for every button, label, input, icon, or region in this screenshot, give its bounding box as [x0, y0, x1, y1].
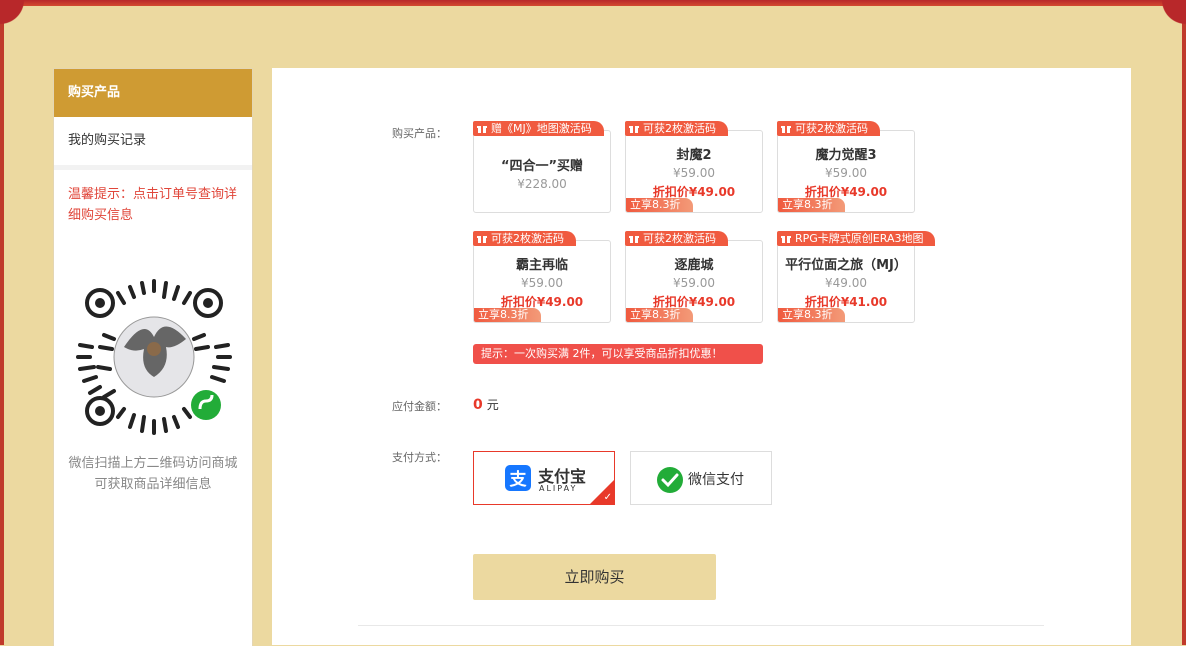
product-card[interactable]: 赠《MJ》地图激活码 “四合一”买赠 ¥228.00: [473, 121, 611, 213]
product-card[interactable]: 可获2枚激活码 霸主再临 ¥59.00 折扣价¥49.00 立享8.3折: [473, 231, 611, 323]
discount-badge: 立享8.3折: [474, 308, 541, 322]
amount-value: 0: [473, 397, 483, 413]
sidebar-tip: 温馨提示：点击订单号查询详细购买信息: [68, 187, 238, 223]
product-price: ¥49.00: [825, 276, 867, 290]
products-label: 购买产品：: [392, 127, 447, 140]
check-icon: ✓: [603, 492, 612, 503]
product-tag: 可获2枚激活码: [777, 121, 880, 136]
product-tag: 可获2枚激活码: [625, 121, 728, 136]
product-price: ¥228.00: [517, 177, 567, 191]
product-price: ¥59.00: [673, 276, 715, 290]
product-card[interactable]: 可获2枚激活码 逐鹿城 ¥59.00 折扣价¥49.00 立享8.3折: [625, 231, 763, 323]
product-card[interactable]: 可获2枚激活码 魔力觉醒3 ¥59.00 折扣价¥49.00 立享8.3折: [777, 121, 915, 213]
amount-unit: 元: [486, 398, 499, 412]
svg-text:支: 支: [510, 469, 528, 490]
discount-badge: 立享8.3折: [778, 198, 845, 212]
product-name: 魔力觉醒3: [815, 148, 877, 163]
gift-icon: [477, 124, 487, 133]
gift-icon: [781, 124, 791, 133]
decorative-top-border: [0, 0, 1186, 6]
discount-badge: 立享8.3折: [626, 308, 693, 322]
product-card[interactable]: RPG卡牌式原创ERA3地图 平行位面之旅（MJ） ¥49.00 折扣价¥41.…: [777, 231, 936, 323]
product-name: 逐鹿城: [674, 258, 714, 273]
decorative-right-border: [1182, 0, 1186, 645]
wechat-pay-option[interactable]: 微信支付: [630, 451, 772, 505]
product-tag: 赠《MJ》地图激活码: [473, 121, 604, 136]
payment-label: 支付方式：: [392, 451, 447, 464]
alipay-en: ALIPAY: [539, 484, 578, 493]
corner-ornament-right: [1152, 0, 1186, 26]
buy-now-button[interactable]: 立即购买: [473, 554, 716, 600]
amount-label: 应付金额：: [392, 400, 447, 413]
amount-display: 0元: [473, 396, 499, 413]
product-price: ¥59.00: [521, 276, 563, 290]
wechat-pay-label: 微信支付: [688, 472, 744, 488]
product-name: “四合一”买赠: [500, 159, 584, 174]
product-tag: 可获2枚激活码: [473, 231, 576, 246]
sidebar-item-buy-products[interactable]: 购买产品: [54, 69, 252, 117]
discount-hint-banner: 提示：一次购买满 2件，可以享受商品折扣优惠！: [473, 344, 763, 364]
gift-icon: [629, 234, 639, 243]
gift-icon: [629, 124, 639, 133]
qr-caption: 微信扫描上方二维码访问商城可获取商品详细信息: [68, 456, 238, 492]
gift-icon: [781, 234, 791, 243]
mini-program-qr-code: [74, 277, 234, 437]
decorative-left-border: [0, 0, 4, 645]
alipay-option[interactable]: 支 支付宝 ALIPAY ✓: [473, 451, 615, 505]
sidebar: 购买产品 我的购买记录 温馨提示：点击订单号查询详细购买信息 微信扫描上方二维码…: [53, 68, 253, 646]
product-card[interactable]: 可获2枚激活码 封魔2 ¥59.00 折扣价¥49.00 立享8.3折: [625, 121, 763, 213]
divider: [358, 625, 1044, 626]
product-price: ¥59.00: [673, 166, 715, 180]
product-name: 封魔2: [676, 148, 712, 163]
discount-badge: 立享8.3折: [778, 308, 845, 322]
sidebar-item-purchase-records[interactable]: 我的购买记录: [54, 117, 252, 170]
discount-badge: 立享8.3折: [626, 198, 693, 212]
wechat-pay-icon: [657, 467, 683, 493]
corner-ornament-left: [0, 0, 34, 26]
product-tag: 可获2枚激活码: [625, 231, 728, 246]
gift-icon: [477, 234, 487, 243]
product-name: 霸主再临: [515, 258, 568, 273]
main-panel: 购买产品： 赠《MJ》地图激活码 “四合一”买赠 ¥228.00 可获2枚激活码…: [272, 68, 1131, 645]
product-name: 平行位面之旅（MJ）: [785, 258, 907, 273]
product-tag: RPG卡牌式原创ERA3地图: [777, 231, 936, 246]
product-price: ¥59.00: [825, 166, 867, 180]
